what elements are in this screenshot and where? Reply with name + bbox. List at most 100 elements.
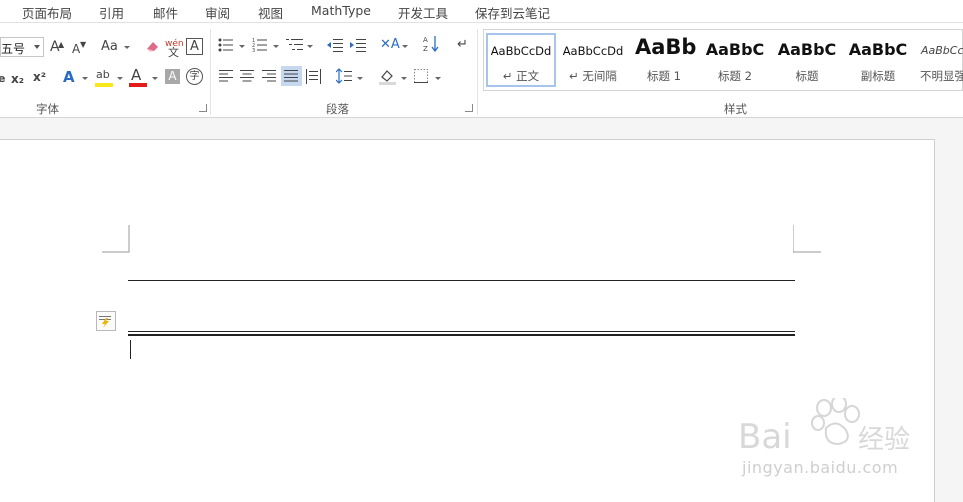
enclose-char-icon[interactable]: 字 (186, 68, 203, 85)
highlight-icon[interactable]: ab (96, 67, 110, 83)
chevron-down-icon (273, 45, 279, 48)
autocorrect-lightning-icon (99, 316, 111, 328)
group-divider (477, 29, 478, 115)
paragraph-dialog-launcher-icon[interactable] (465, 104, 473, 112)
borders-icon[interactable] (414, 69, 428, 83)
tab-page-layout[interactable]: 页面布局 (22, 3, 72, 22)
style-name: 标题 1 (647, 69, 681, 83)
phonetic-char-icon: 文 (168, 46, 179, 59)
line-spacing-icon[interactable] (335, 68, 352, 84)
chevron-down-icon (239, 45, 245, 48)
style-name: ↵ 正文 (502, 69, 540, 83)
tab-review[interactable]: 审阅 (205, 3, 230, 22)
grow-arrow-icon: ▲ (58, 40, 65, 49)
chevron-down-icon (357, 77, 363, 80)
justify-icon[interactable] (281, 66, 302, 86)
font-color-bar (129, 83, 147, 87)
style-sample: AaBbCcDd (562, 44, 624, 58)
clear-format-icon[interactable] (144, 39, 160, 53)
chevron-down-icon (402, 45, 408, 48)
style-name: 副标题 (860, 69, 896, 83)
strike-icon[interactable]: e (0, 71, 5, 87)
style-sample: AaBbC (848, 40, 908, 59)
font-group-label: 字体 (36, 102, 59, 116)
style-title[interactable]: AaBbC 标题 (772, 33, 842, 87)
svg-text:Z: Z (423, 45, 428, 53)
tab-mathtype[interactable]: MathType (311, 3, 371, 18)
chevron-down-icon (152, 77, 158, 80)
align-left-icon[interactable] (219, 69, 234, 83)
svg-text:3: 3 (252, 48, 255, 53)
chevron-down-icon (34, 45, 40, 49)
shading-icon[interactable] (379, 68, 397, 85)
style-sample: AaBbCcDd (921, 44, 963, 57)
align-center-icon[interactable] (240, 69, 255, 83)
subscript-icon[interactable]: x₂ (11, 71, 24, 87)
font-dialog-launcher-icon[interactable] (199, 104, 207, 112)
chinese-layout-icon[interactable]: ✕A (380, 37, 400, 53)
distributed-icon[interactable] (306, 69, 321, 84)
text-effect-icon[interactable]: A (63, 69, 75, 85)
svg-text:经验: 经验 (858, 425, 910, 455)
margin-corner-mark-left (102, 225, 130, 253)
tab-developer[interactable]: 开发工具 (398, 3, 448, 22)
margin-corner-mark-right (793, 225, 821, 253)
style-name: 标题 (795, 69, 819, 83)
horizontal-rule-double-bottom (128, 334, 795, 336)
superscript-icon[interactable]: x² (33, 69, 46, 85)
paragraph-group-label: 段落 (326, 102, 349, 116)
style-no-spacing[interactable]: AaBbCcDd ↵ 无间隔 (558, 33, 628, 87)
tab-references[interactable]: 引用 (99, 3, 124, 22)
show-marks-icon[interactable]: ↵ (457, 37, 468, 53)
style-sample: AaBbC (705, 40, 765, 59)
style-name: 标题 2 (718, 69, 752, 83)
font-size-select[interactable]: 五号 (0, 37, 44, 57)
font-color-icon[interactable]: A (131, 67, 141, 83)
ribbon-tabs: 页面布局 引用 邮件 审阅 视图 MathType 开发工具 保存到云笔记 (0, 0, 963, 22)
change-case-icon[interactable]: Aa (101, 39, 118, 55)
svg-text:Bai: Bai (738, 417, 792, 457)
font-size-value: 五号 (1, 42, 26, 56)
style-heading-1[interactable]: AaBb 标题 1 (629, 33, 699, 87)
horizontal-rule-single (128, 280, 795, 281)
char-shading-icon[interactable]: A (165, 69, 180, 84)
chevron-down-icon (82, 77, 88, 80)
styles-group-label: 样式 (724, 102, 747, 116)
shrink-font-icon[interactable]: A (72, 41, 80, 57)
sort-icon[interactable]: AZ (423, 35, 439, 53)
style-subtitle[interactable]: AaBbC 副标题 (843, 33, 913, 87)
style-normal[interactable]: AaBbCcDd ↵ 正文 (486, 33, 556, 87)
style-heading-2[interactable]: AaBbC 标题 2 (700, 33, 770, 87)
style-name: ↵ 无间隔 (569, 69, 617, 83)
chevron-down-icon (117, 77, 123, 80)
align-right-icon[interactable] (262, 69, 277, 83)
svg-text:A: A (423, 36, 428, 44)
style-subtle-emphasis[interactable]: AaBbCcDd 不明显强 (914, 33, 963, 87)
horizontal-rule-double-top (128, 331, 795, 332)
chevron-down-icon (124, 46, 130, 49)
style-sample: AaBbCcDd (490, 44, 552, 58)
tab-mailings[interactable]: 邮件 (153, 3, 178, 22)
chevron-down-icon (307, 45, 313, 48)
style-sample: AaBb (635, 35, 697, 59)
watermark-url: jingyan.baidu.com (742, 458, 899, 477)
char-border-icon[interactable]: A (186, 38, 203, 55)
ribbon: 五号 A ▲ A ▼ Aa wén 文 A e x₂ x² A ab A A 字… (0, 22, 963, 118)
decrease-indent-icon[interactable] (327, 37, 343, 53)
multilevel-list-icon[interactable] (286, 37, 304, 53)
increase-indent-icon[interactable] (350, 37, 366, 53)
group-divider (210, 29, 211, 115)
style-sample: AaBbC (777, 40, 837, 59)
highlight-color-bar (95, 83, 113, 87)
autocorrect-options-button[interactable] (96, 311, 116, 331)
styles-gallery: AaBbCcDd ↵ 正文 AaBbCcDd ↵ 无间隔 AaBb 标题 1 A… (483, 29, 963, 91)
tab-view[interactable]: 视图 (258, 3, 283, 22)
chevron-down-icon (435, 77, 441, 80)
bullets-icon[interactable] (218, 37, 234, 53)
chevron-down-icon (401, 77, 407, 80)
tab-save-cloud-notes[interactable]: 保存到云笔记 (475, 3, 550, 22)
numbering-icon[interactable]: 123 (252, 37, 268, 54)
style-name: 不明显强 (920, 69, 963, 83)
text-caret (130, 340, 131, 359)
shrink-arrow-icon: ▼ (80, 40, 87, 49)
